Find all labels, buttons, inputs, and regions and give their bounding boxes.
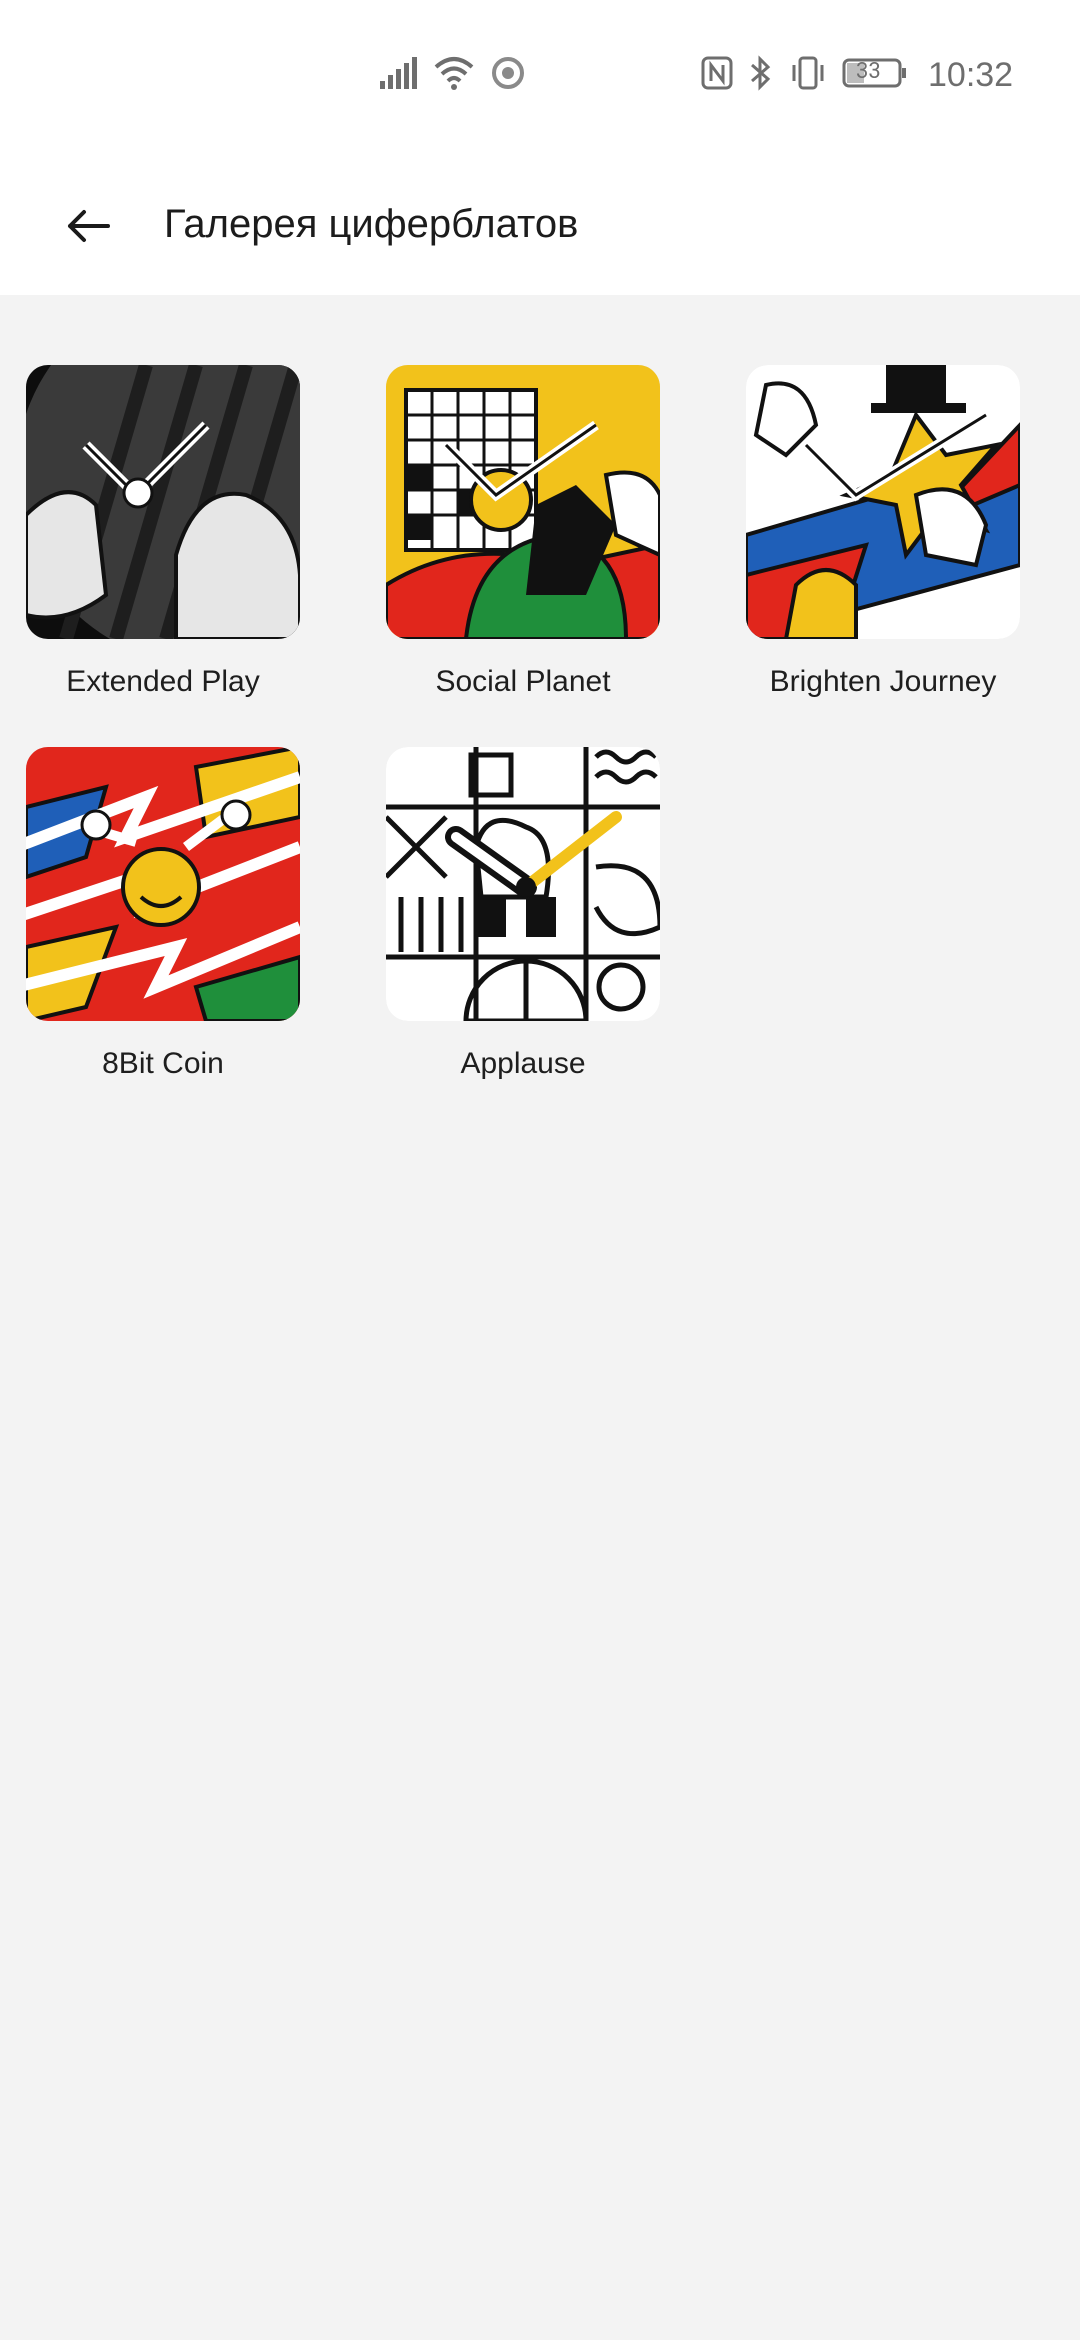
nfc-icon [700,55,734,95]
back-button[interactable] [50,190,126,266]
status-bar: 33 10:32 [0,0,1080,160]
watchface-thumbnail [26,747,300,1021]
watchface-label: Extended Play [66,665,260,698]
status-right-icons: 33 10:32 [700,55,1013,95]
signal-icon [378,55,418,95]
battery-icon: 33 [842,55,908,95]
watchface-label: 8Bit Coin [102,1047,224,1080]
watchface-label: Social Planet [435,665,611,698]
status-left-icons [378,55,526,95]
watchface-label: Brighten Journey [769,665,997,698]
arrow-left-icon [64,206,112,250]
status-time: 10:32 [928,55,1014,94]
page-title: Галерея циферблатов [164,202,579,246]
bluetooth-icon [748,55,774,95]
app-bar: Галерея циферблатов [0,160,1080,295]
vibrate-icon [788,55,828,95]
wifi-icon [432,55,476,95]
sync-icon [490,55,526,95]
watchface-thumbnail [386,365,660,639]
battery-level: 33 [856,59,881,84]
watchface-thumbnail [26,365,300,639]
watchface-thumbnail [386,747,660,1021]
watchface-thumbnail [746,365,1020,639]
watchface-label: Applause [460,1047,586,1080]
